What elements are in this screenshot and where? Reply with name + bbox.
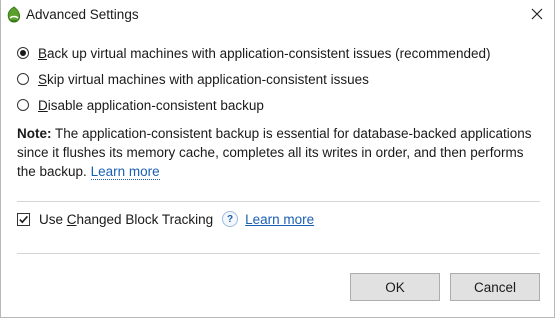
learn-more-link[interactable]: Learn more [90,164,160,180]
radio-backup-with-issues[interactable]: Back up virtual machines with applicatio… [17,44,490,62]
note-prefix: Note: [17,126,52,141]
cancel-button[interactable]: Cancel [450,273,540,301]
radio-label-backup: Back up virtual machines with applicatio… [38,45,491,61]
cbt-learn-more-link[interactable]: Learn more [245,212,314,227]
close-button[interactable] [517,0,556,30]
cbt-checkbox[interactable] [17,212,30,226]
veeam-green-icon [5,6,23,24]
divider [17,201,540,202]
ok-button[interactable]: OK [350,273,440,301]
cbt-label[interactable]: Use Changed Block Tracking [39,212,213,227]
close-icon [531,8,543,23]
radio-label-skip: Skip virtual machines with application-c… [38,71,369,87]
radio-button[interactable] [17,73,29,85]
title-bar: Advanced Settings [1,0,556,30]
radio-button[interactable] [17,99,29,111]
help-icon[interactable]: ? [222,211,239,227]
radio-skip-vms[interactable]: Skip virtual machines with application-c… [17,70,369,88]
advanced-settings-dialog: Advanced Settings Back up virtual machin… [0,0,555,318]
note-text: Note: The application-consistent backup … [17,124,539,181]
radio-disable-backup[interactable]: Disable application-consistent backup [17,96,264,114]
divider [17,253,540,254]
radio-button-selected[interactable] [17,47,29,59]
window-title: Advanced Settings [26,7,139,22]
radio-label-disable: Disable application-consistent backup [38,97,264,113]
changed-block-tracking-row: Use Changed Block Tracking ? Learn more [17,209,314,229]
